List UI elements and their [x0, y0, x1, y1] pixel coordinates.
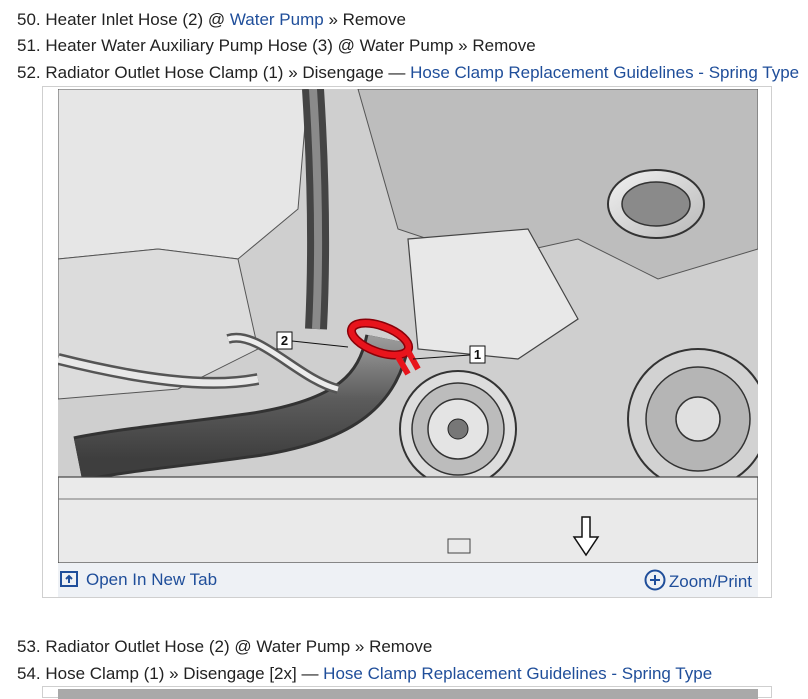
step-text: Heater Inlet Hose (2) @	[45, 10, 230, 29]
water-pump-link[interactable]: Water Pump	[230, 10, 324, 29]
step-number: 52.	[17, 63, 41, 82]
open-new-tab-icon	[60, 571, 78, 587]
open-in-new-tab-button[interactable]: Open In New Tab	[60, 569, 217, 591]
step-number: 51.	[17, 36, 41, 55]
step-number: 54.	[17, 664, 41, 683]
step-53: 53. Radiator Outlet Hose (2) @ Water Pum…	[17, 635, 432, 659]
figure-toolbar: Open In New Tab Zoom/Print	[58, 563, 758, 597]
step-52: 52. Radiator Outlet Hose Clamp (1) » Dis…	[17, 61, 799, 85]
figure-panel: 2 1 Open In New Tab Zoom/Print	[42, 86, 772, 598]
next-figure-image[interactable]	[58, 689, 758, 699]
engine-illustration-svg: 2 1	[58, 89, 758, 563]
step-suffix: » Remove	[323, 10, 406, 29]
zoom-print-label: Zoom/Print	[668, 572, 752, 591]
step-number: 53.	[17, 637, 41, 656]
callout-2: 2	[281, 333, 288, 348]
step-text: Hose Clamp (1) » Disengage [2x] —	[45, 664, 324, 683]
open-in-new-tab-label: Open In New Tab	[86, 570, 218, 589]
callout-1: 1	[474, 347, 481, 362]
step-54: 54. Hose Clamp (1) » Disengage [2x] — Ho…	[17, 662, 712, 686]
step-51: 51. Heater Water Auxiliary Pump Hose (3)…	[17, 34, 536, 58]
zoom-print-button[interactable]: Zoom/Print	[644, 569, 752, 591]
hose-clamp-guidelines-link[interactable]: Hose Clamp Replacement Guidelines - Spri…	[410, 63, 799, 82]
step-number: 50.	[17, 10, 41, 29]
engine-illustration[interactable]: 2 1	[58, 89, 758, 563]
step-text: Radiator Outlet Hose Clamp (1) » Disenga…	[45, 63, 411, 82]
step-text: Radiator Outlet Hose (2) @ Water Pump » …	[45, 637, 433, 656]
step-50: 50. Heater Inlet Hose (2) @ Water Pump »…	[17, 8, 406, 32]
step-text: Heater Water Auxiliary Pump Hose (3) @ W…	[45, 36, 536, 55]
zoom-plus-icon	[644, 569, 666, 591]
hose-clamp-guidelines-link[interactable]: Hose Clamp Replacement Guidelines - Spri…	[323, 664, 712, 683]
next-figure-panel	[42, 686, 772, 699]
